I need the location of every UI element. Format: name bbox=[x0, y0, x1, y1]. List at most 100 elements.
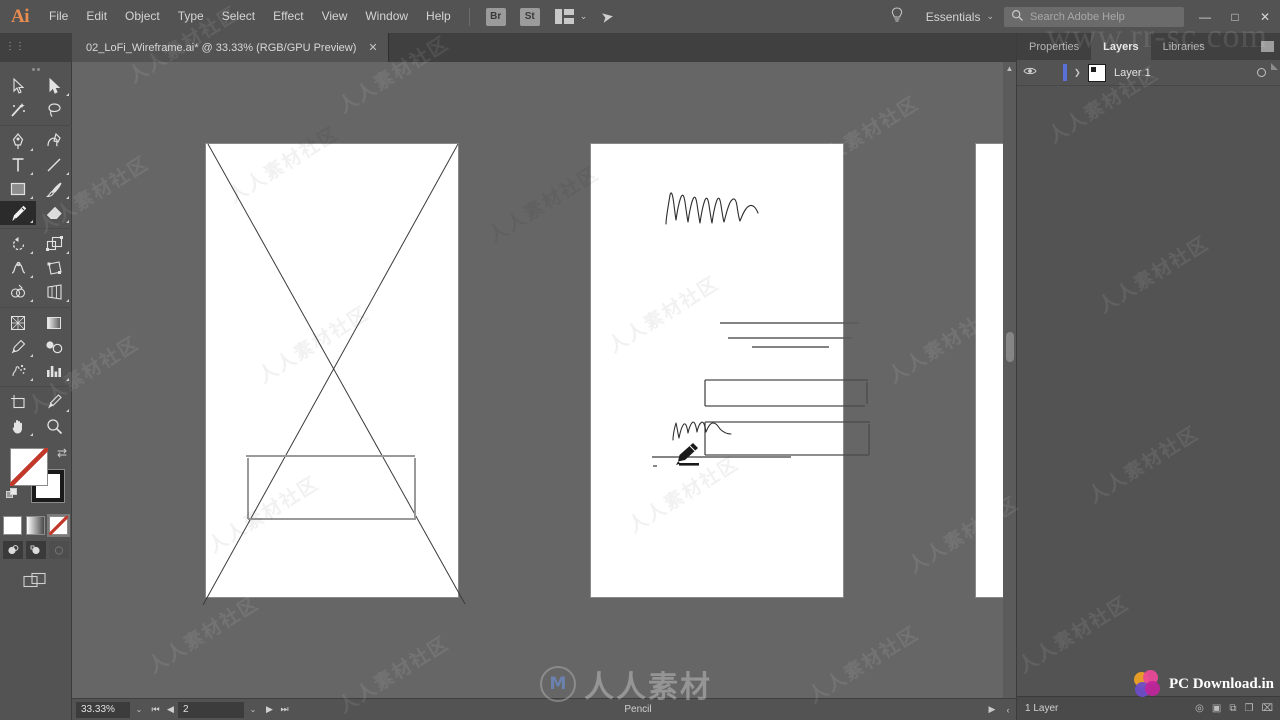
column-graph-tool[interactable] bbox=[36, 359, 72, 383]
pen-tool[interactable] bbox=[0, 129, 36, 153]
hand-tool[interactable] bbox=[0, 414, 36, 438]
arrange-documents-icon[interactable] bbox=[554, 9, 574, 24]
screen-mode-row bbox=[0, 571, 71, 591]
rotate-tool[interactable] bbox=[0, 232, 36, 256]
delete-layer-icon[interactable]: ⌧ bbox=[1261, 703, 1273, 714]
menu-file[interactable]: File bbox=[40, 0, 77, 33]
scroll-up-arrow[interactable]: ▲ bbox=[1003, 62, 1016, 76]
minimize-button[interactable]: — bbox=[1190, 0, 1220, 33]
draw-behind-mode[interactable] bbox=[25, 541, 46, 559]
color-mode-row bbox=[0, 514, 71, 537]
menu-effect[interactable]: Effect bbox=[264, 0, 312, 33]
scale-tool[interactable] bbox=[36, 232, 72, 256]
color-mode-gradient[interactable] bbox=[26, 516, 45, 535]
document-tab[interactable]: 02_LoFi_Wireframe.ai* @ 33.33% (RGB/GPU … bbox=[72, 33, 389, 62]
adobe-stock-button[interactable]: St bbox=[519, 7, 540, 26]
perspective-grid-tool[interactable] bbox=[36, 280, 72, 304]
type-tool[interactable] bbox=[0, 153, 36, 177]
menu-view[interactable]: View bbox=[313, 0, 357, 33]
panel-grip-icon[interactable]: ⋮⋮ bbox=[5, 37, 25, 57]
search-input[interactable]: Search Adobe Help bbox=[1004, 6, 1184, 27]
menu-help[interactable]: Help bbox=[417, 0, 460, 33]
eraser-tool[interactable] bbox=[36, 201, 72, 225]
slice-tool[interactable] bbox=[36, 390, 72, 414]
draw-normal-mode[interactable] bbox=[2, 541, 23, 559]
chevron-down-icon[interactable]: ⌄ bbox=[986, 11, 994, 22]
last-artboard-button[interactable]: ⏭ bbox=[277, 704, 292, 715]
first-artboard-button[interactable]: ⏮ bbox=[148, 704, 163, 715]
bridge-button[interactable]: Br bbox=[485, 7, 506, 26]
previous-artboard-button[interactable]: ◀ bbox=[163, 704, 178, 715]
create-new-layer-icon[interactable]: ❐ bbox=[1245, 703, 1254, 714]
artboard-2[interactable] bbox=[591, 144, 843, 597]
color-mode-none[interactable] bbox=[47, 514, 70, 537]
panel-menu-icon[interactable] bbox=[1261, 41, 1274, 52]
workspace-switcher[interactable]: Essentials bbox=[912, 10, 987, 24]
zoom-tool[interactable] bbox=[36, 414, 72, 438]
artboard-1[interactable] bbox=[206, 144, 458, 597]
gradient-tool[interactable] bbox=[36, 311, 72, 335]
free-transform-tool[interactable] bbox=[36, 256, 72, 280]
change-screen-mode[interactable] bbox=[22, 571, 50, 591]
status-next-icon[interactable]: ▶ bbox=[984, 704, 1000, 715]
rectangle-tool[interactable] bbox=[0, 177, 36, 201]
pencil-tool[interactable] bbox=[0, 201, 36, 225]
close-icon[interactable]: ✕ bbox=[368, 41, 377, 54]
direct-selection-tool[interactable] bbox=[36, 74, 72, 98]
canvas-vertical-scrollbar[interactable]: ▲ bbox=[1003, 62, 1016, 698]
layer-count-label: 1 Layer bbox=[1025, 703, 1059, 714]
draw-inside-mode[interactable] bbox=[48, 541, 69, 559]
tab-libraries[interactable]: Libraries bbox=[1151, 33, 1217, 60]
menu-type[interactable]: Type bbox=[169, 0, 213, 33]
eyedropper-tool[interactable] bbox=[0, 335, 36, 359]
lightbulb-icon[interactable] bbox=[882, 7, 912, 26]
layer-name[interactable]: Layer 1 bbox=[1114, 67, 1257, 79]
next-artboard-button[interactable]: ▶ bbox=[262, 704, 277, 715]
tab-properties[interactable]: Properties bbox=[1017, 33, 1091, 60]
menu-select[interactable]: Select bbox=[213, 0, 264, 33]
line-segment-tool[interactable] bbox=[36, 153, 72, 177]
lasso-tool[interactable] bbox=[36, 98, 72, 122]
make-clipping-mask-icon[interactable]: ▣ bbox=[1212, 703, 1221, 714]
layer-row[interactable]: ❯ Layer 1 bbox=[1017, 60, 1280, 86]
tab-layers[interactable]: Layers bbox=[1091, 33, 1151, 60]
chevron-right-icon[interactable]: ❯ bbox=[1074, 68, 1088, 77]
fill-color-swatch[interactable] bbox=[10, 448, 48, 486]
curvature-tool[interactable] bbox=[36, 129, 72, 153]
color-mode-solid[interactable] bbox=[3, 516, 22, 535]
swap-fill-stroke-icon[interactable]: ⇄ bbox=[57, 446, 67, 460]
close-button[interactable]: ✕ bbox=[1250, 0, 1280, 33]
zoom-chevron-down-icon[interactable]: ⌄ bbox=[130, 705, 148, 714]
artboard-chevron-down-icon[interactable]: ⌄ bbox=[244, 705, 262, 714]
eye-icon[interactable] bbox=[1017, 66, 1043, 79]
width-tool[interactable] bbox=[0, 256, 36, 280]
locate-object-icon[interactable]: ◎ bbox=[1195, 703, 1204, 714]
magic-wand-tool[interactable] bbox=[0, 98, 36, 122]
toolbar-grip[interactable] bbox=[0, 62, 71, 74]
symbol-sprayer-tool[interactable] bbox=[0, 359, 36, 383]
menu-window[interactable]: Window bbox=[356, 0, 417, 33]
menu-edit[interactable]: Edit bbox=[77, 0, 116, 33]
blend-tool[interactable] bbox=[36, 335, 72, 359]
zoom-level-input[interactable]: 33.33% bbox=[76, 701, 130, 718]
mesh-tool[interactable] bbox=[0, 311, 36, 335]
document-tab-title: 02_LoFi_Wireframe.ai* @ 33.33% (RGB/GPU … bbox=[86, 41, 357, 54]
chevron-down-icon[interactable]: ⌄ bbox=[580, 11, 588, 22]
app-logo: Ai bbox=[11, 5, 30, 27]
artboard-tool[interactable] bbox=[0, 390, 36, 414]
menu-object[interactable]: Object bbox=[116, 0, 169, 33]
menu-bar: Ai File Edit Object Type Select Effect V… bbox=[0, 0, 1280, 33]
rocket-icon[interactable]: ➤ bbox=[600, 7, 615, 27]
artboard-number-input[interactable]: 2 bbox=[178, 701, 244, 718]
scrollbar-thumb[interactable] bbox=[1006, 332, 1014, 362]
layer-target-icon[interactable] bbox=[1257, 68, 1266, 77]
right-panel: Properties Layers Libraries ❯ Layer 1 1 … bbox=[1016, 33, 1280, 720]
status-prev-icon[interactable]: ‹ bbox=[1000, 705, 1016, 715]
selection-tool[interactable] bbox=[0, 74, 36, 98]
shape-builder-tool[interactable] bbox=[0, 280, 36, 304]
paintbrush-tool[interactable] bbox=[36, 177, 72, 201]
maximize-button[interactable]: □ bbox=[1220, 0, 1250, 33]
canvas-area[interactable]: ▲ bbox=[72, 62, 1016, 698]
create-sublayer-icon[interactable]: ⧉ bbox=[1229, 703, 1236, 714]
default-fill-stroke-icon[interactable] bbox=[6, 488, 18, 500]
